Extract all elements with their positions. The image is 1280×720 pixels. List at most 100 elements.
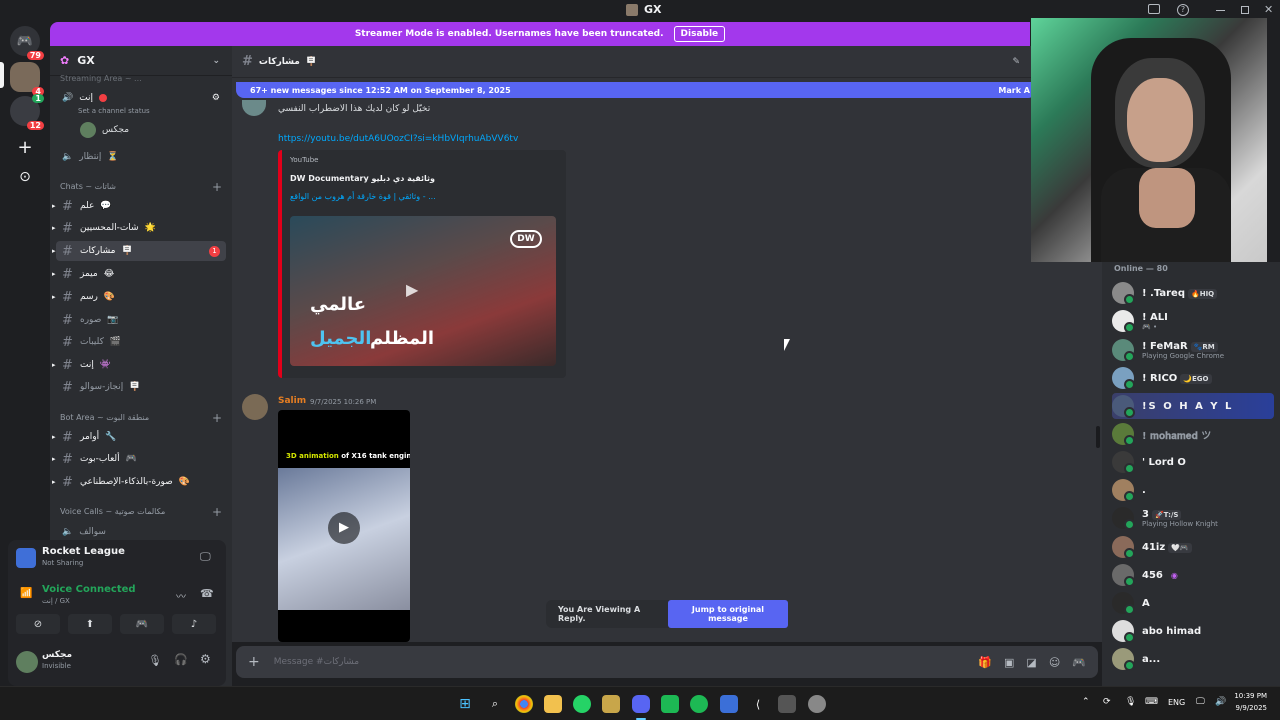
message-composer[interactable]: + Message #مشاركات 🎁 ▣ ◪ ☺ 🎮 [236, 646, 1098, 678]
network-icon[interactable]: 🖵 [1196, 697, 1205, 707]
file-explorer-icon[interactable] [544, 695, 562, 713]
bot-channel-1[interactable]: ▸ # ألعاب-بوت 🎮 [52, 449, 226, 469]
user-settings-icon[interactable]: ⚙ [200, 652, 211, 666]
channel-4[interactable]: ▸ # رسم 🎨 [52, 287, 226, 307]
server-gx[interactable]: 4 [10, 62, 44, 96]
mark-read-button[interactable]: Mark A [998, 86, 1030, 95]
sticker-icon[interactable]: ◪ [1026, 656, 1036, 669]
embed-author[interactable]: DW Documentary وثائقية دي دبليو [290, 174, 435, 183]
bot-channel-0[interactable]: ▸ # أوامر 🔧 [52, 427, 226, 447]
voice-user[interactable]: مجكس [80, 122, 129, 138]
epic-icon[interactable]: ⟨ [749, 695, 767, 713]
member-9[interactable]: 41iz 🤍🎮 [1112, 534, 1274, 560]
member-10[interactable]: 456 ◉ [1112, 562, 1274, 588]
camera-off-button[interactable]: ⊘ [16, 614, 60, 634]
member-4[interactable]: !S O H A Y L [1112, 393, 1274, 419]
help-icon[interactable]: ? [1177, 4, 1189, 16]
avatar[interactable] [242, 394, 268, 420]
voice-connected-label[interactable]: Voice Connected [42, 584, 136, 595]
play-icon[interactable]: ▶ [328, 512, 360, 544]
discover-icon[interactable]: ⊙ [10, 162, 40, 192]
mic-tray-icon[interactable]: 🎙 [1125, 697, 1136, 707]
member-7[interactable]: . [1112, 477, 1274, 503]
emoji-icon[interactable]: ☺ [1049, 656, 1060, 669]
store-icon[interactable] [661, 695, 679, 713]
activities-button[interactable]: 🎮 [120, 614, 164, 634]
settings-icon[interactable]: ⚙ [212, 93, 220, 103]
avatar[interactable] [242, 100, 266, 116]
avatar[interactable] [16, 651, 38, 673]
voice-channel-top[interactable]: 🔊 إنت ⚙ [56, 88, 226, 108]
tray-icon[interactable]: ⟳ [1103, 697, 1111, 707]
channel-1[interactable]: ▸ # شات-المحسيين 🌟 [52, 218, 226, 238]
direct-messages-button[interactable]: 🎮 79 [10, 26, 44, 60]
user-name[interactable]: مجكس [42, 650, 72, 660]
channel-3[interactable]: ▸ # ميمز 😂 [52, 264, 226, 284]
minimize-icon[interactable] [1216, 10, 1225, 11]
channel-7[interactable]: ▸ # إنت 👾 [52, 355, 226, 375]
settings-icon[interactable] [808, 695, 826, 713]
voice-location[interactable]: إنت / GX [42, 597, 70, 605]
disconnect-icon[interactable]: ☎ [200, 587, 214, 600]
chrome-icon[interactable] [515, 695, 533, 713]
clock-time[interactable]: 10:39 PM [1233, 692, 1267, 700]
inbox-icon[interactable] [1148, 4, 1160, 14]
maximize-icon[interactable] [1241, 6, 1249, 14]
composer-placeholder[interactable]: Message #مشاركات [274, 657, 359, 667]
voice-channel-waiting[interactable]: 🔈 إنتظار ⏳ [56, 147, 226, 167]
category-streaming[interactable]: Streaming Area ~ ... [60, 74, 222, 83]
member-2[interactable]: ! FeMaR 🐾RM Playing Google Chrome [1112, 337, 1274, 363]
channel-5[interactable]: # صوره 📷 [56, 310, 226, 330]
channel-6[interactable]: # كليبات 🎬 [56, 332, 226, 352]
language-indicator[interactable]: ENG [1168, 698, 1185, 707]
member-8[interactable]: 3 🚀T:/S Playing Hollow Knight [1112, 505, 1274, 531]
start-icon[interactable]: ⊞ [456, 695, 474, 713]
chevron-up-icon[interactable]: ⌃ [1082, 697, 1090, 707]
member-1[interactable]: ! ALI 🎮 • [1112, 308, 1274, 334]
category-bots[interactable]: Bot Area ~ منطقة البوت + [60, 411, 222, 425]
add-server-icon[interactable]: + [10, 132, 40, 162]
headphones-icon[interactable]: 🎧 [174, 653, 188, 666]
video-thumbnail[interactable]: DW ▶ عالمي المظلم الجميل [290, 216, 556, 366]
member-0[interactable]: ! .Tareq 🔥HIQ [1112, 280, 1274, 306]
embed-title[interactable]: وثائقي | قوة خارقة أم هروب من الواقع - .… [290, 192, 436, 201]
search-icon[interactable]: ⌕ [486, 695, 504, 713]
message-link[interactable]: https://youtu.be/dutA6UOozCI?si=kHbVIqrh… [278, 134, 518, 144]
gif-icon[interactable]: ▣ [1004, 656, 1014, 669]
member-6[interactable]: ' Lord O [1112, 449, 1274, 475]
discord-icon[interactable] [632, 695, 650, 713]
disable-streamer-button[interactable]: Disable [673, 26, 726, 42]
mic-icon[interactable]: 🎙 [148, 654, 162, 667]
guild-header[interactable]: ✿ GX ⌄ [50, 46, 232, 76]
message-author[interactable]: Salim [278, 396, 306, 406]
category-chats[interactable]: Chats ~ شاتات + [60, 180, 222, 194]
voice-channel-chat[interactable]: 🔈 سوالف [56, 522, 226, 542]
channel-status[interactable]: Set a channel status [78, 107, 150, 115]
add-channel-icon[interactable]: + [212, 411, 222, 425]
apps-icon[interactable]: 🎮 [1072, 656, 1086, 669]
channel-8[interactable]: # إنجاز-سوالو 🪧 [56, 377, 226, 397]
bot-channel-2[interactable]: ▸ # صورة-بالذكاء-الإصطناعي 🎨 [52, 472, 226, 492]
noise-suppression-icon[interactable]: 〰 [176, 588, 186, 603]
volume-icon[interactable]: 🔊 [1215, 697, 1226, 707]
member-11[interactable]: A [1112, 590, 1274, 616]
channel-2[interactable]: ▸ # مشاركات 🪧 1 [52, 241, 226, 261]
close-icon[interactable]: ✕ [1264, 3, 1273, 16]
new-messages-bar[interactable]: 67+ new messages since 12:52 AM on Septe… [236, 82, 1036, 98]
member-12[interactable]: abo himad [1112, 618, 1274, 644]
soundboard-button[interactable]: ♪ [172, 614, 216, 634]
add-attachment-icon[interactable]: + [248, 654, 260, 670]
gift-icon[interactable]: 🎁 [978, 656, 992, 669]
member-3[interactable]: ! RICO 🌙EGO [1112, 365, 1274, 391]
play-icon[interactable]: ▶ [406, 280, 418, 299]
keyboard-icon[interactable]: ⌨ [1145, 697, 1158, 707]
whatsapp-icon[interactable] [573, 695, 591, 713]
share-screen-icon[interactable]: 🖵 [200, 550, 211, 564]
shield-icon[interactable] [720, 695, 738, 713]
channel-0[interactable]: ▸ # علم 💬 [52, 196, 226, 216]
app-icon-2[interactable] [778, 695, 796, 713]
jump-to-original-button[interactable]: Jump to original message [667, 600, 788, 628]
spotify-icon[interactable] [690, 695, 708, 713]
scrollbar-thumb[interactable] [1096, 426, 1100, 448]
clock-date[interactable]: 9/9/2025 [1233, 704, 1267, 712]
